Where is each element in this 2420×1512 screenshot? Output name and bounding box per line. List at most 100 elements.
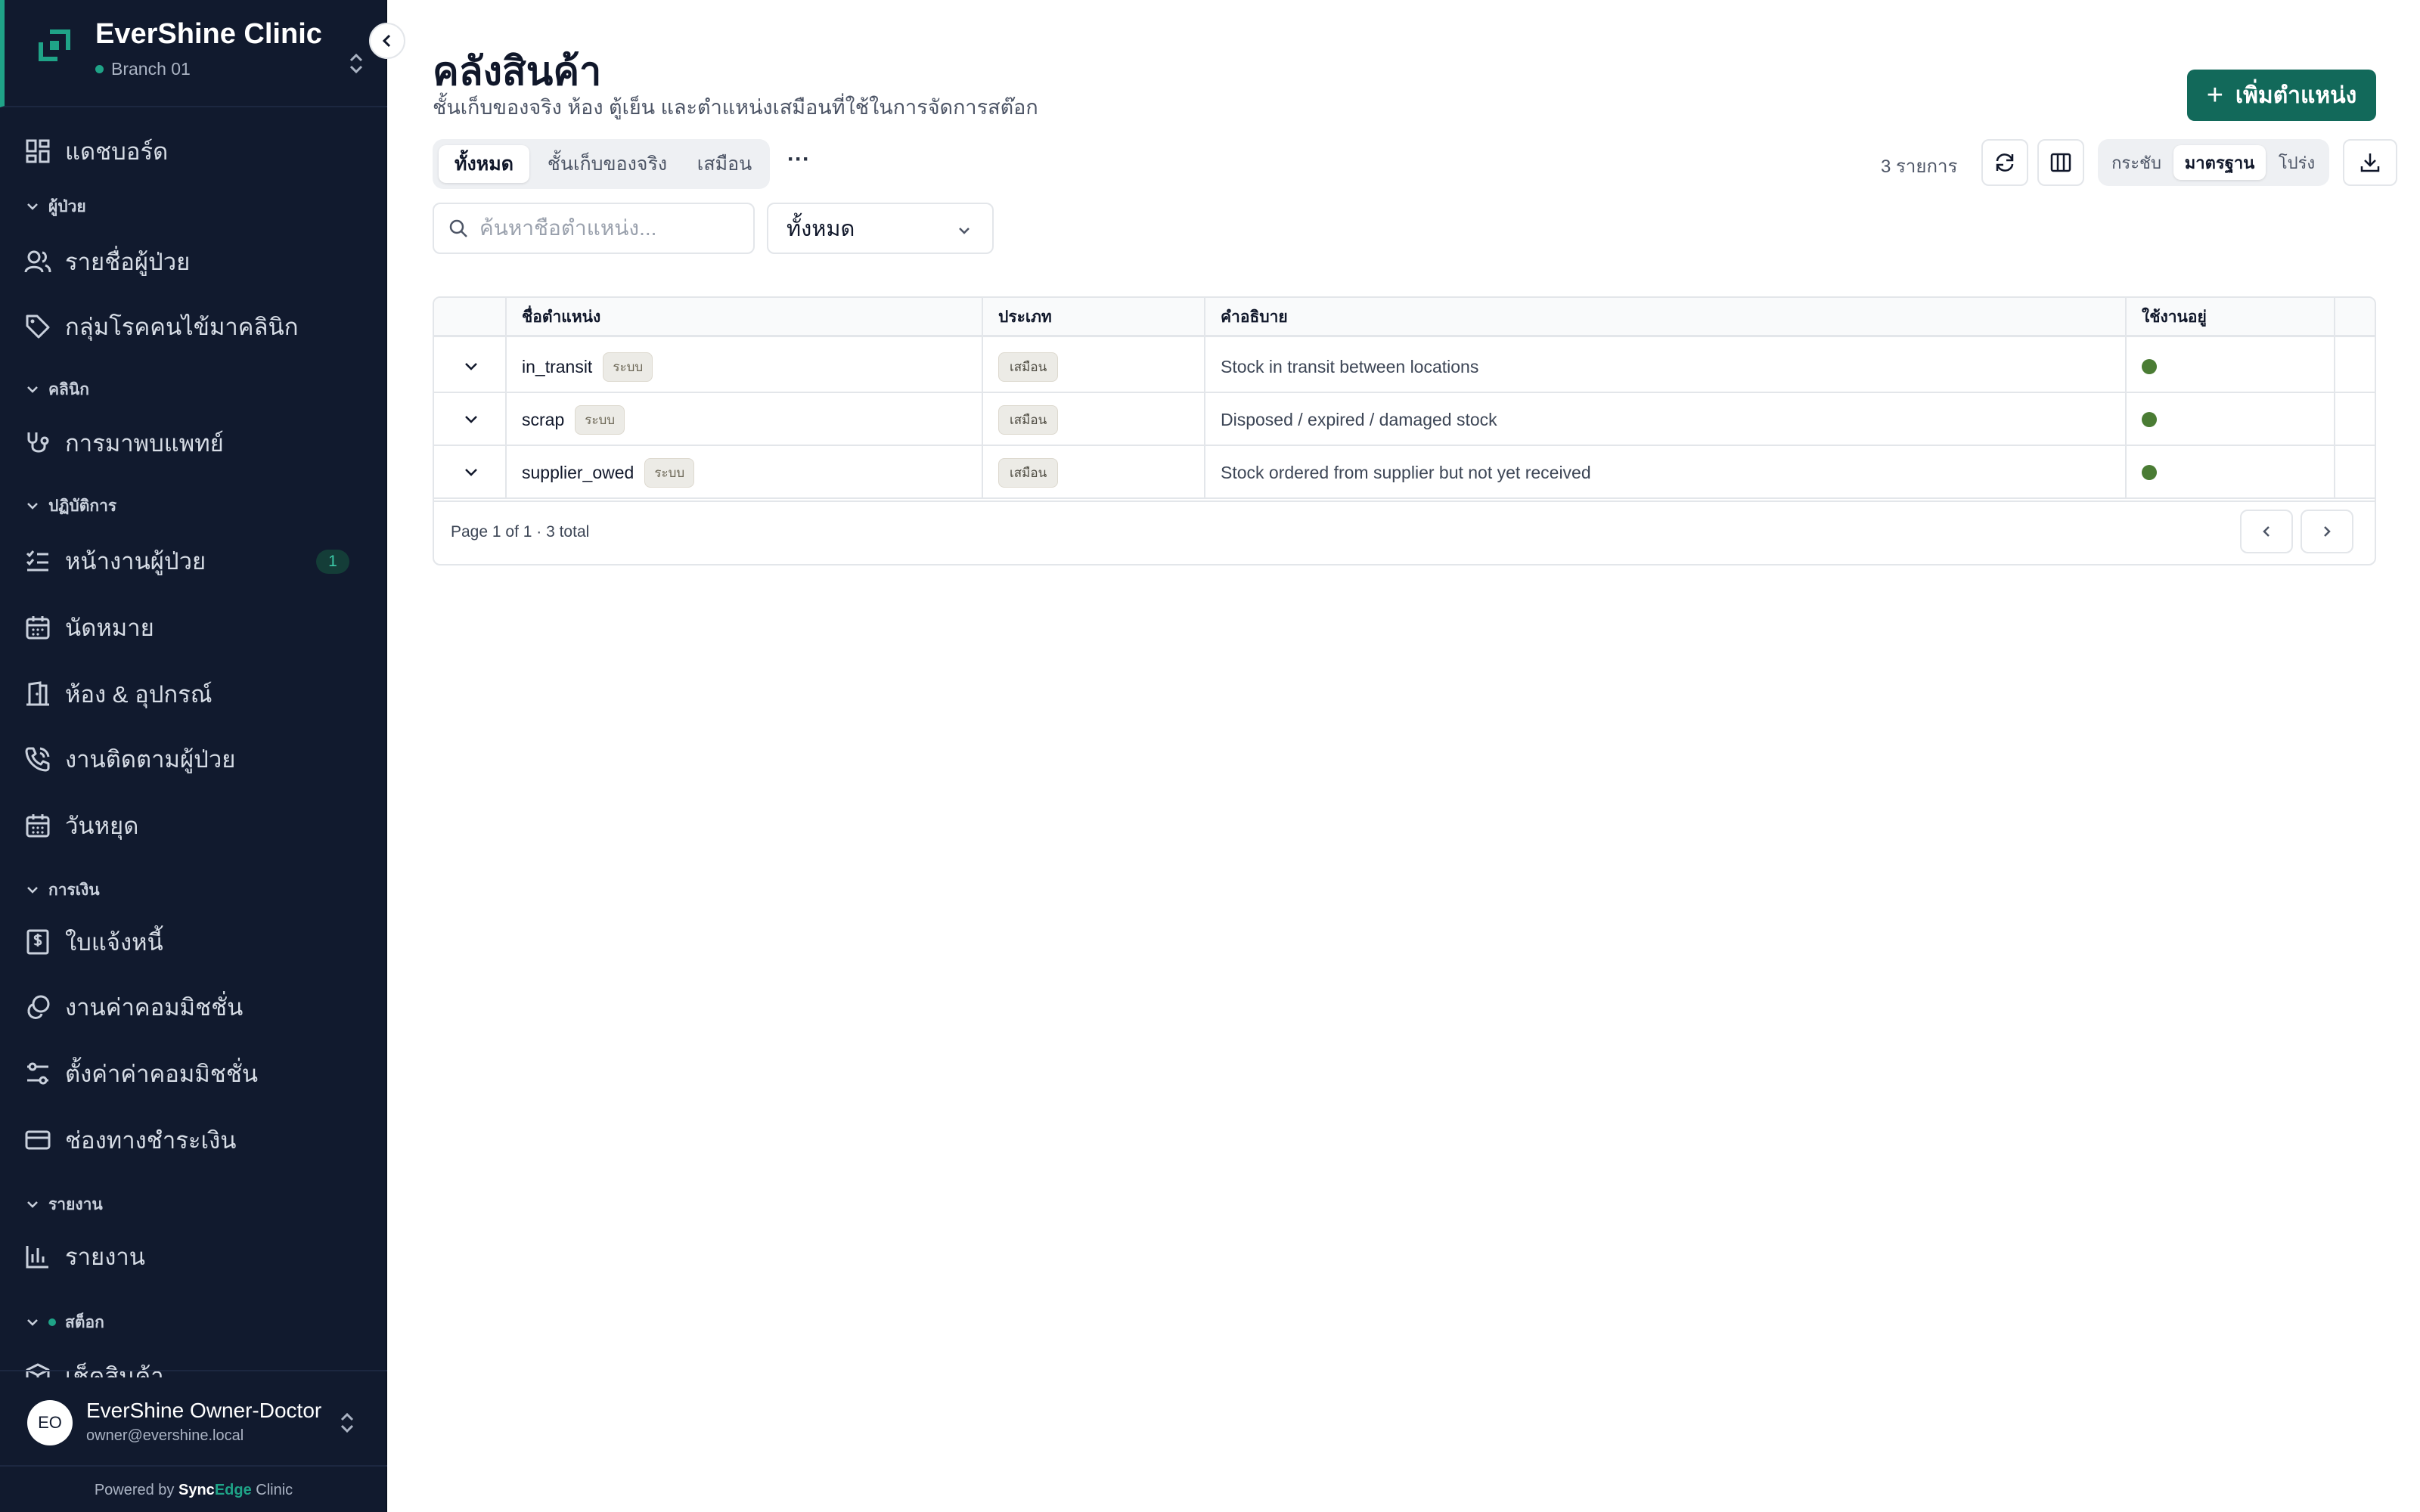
chevron-down-icon (27, 386, 38, 393)
tab-all[interactable]: ทั้งหมด (439, 145, 529, 183)
density-compact[interactable]: กระชับ (2102, 145, 2170, 180)
sidebar-item-holidays[interactable]: วันหยุด (23, 803, 365, 848)
sidebar-item-payment-channels[interactable]: ช่องทางชำระเงิน (23, 1117, 365, 1163)
chevron-down-icon[interactable] (461, 463, 481, 482)
type-cell: เสมือน (982, 446, 1059, 499)
clinic-name: EverShine Clinic (95, 18, 322, 50)
next-page-button[interactable] (2301, 510, 2353, 553)
section-clinic[interactable]: คลินิก (24, 378, 89, 401)
chevron-down-icon (27, 1201, 38, 1208)
description-cell: Stock in transit between locations (1221, 356, 1479, 376)
sidebar-item-dashboard[interactable]: แดชบอร์ด (23, 129, 365, 174)
plus-icon: + (2206, 79, 2223, 111)
chevron-left-icon (2263, 526, 2270, 537)
list-checks-icon (23, 546, 53, 576)
sidebar-item-rooms-equipment[interactable]: ห้อง & อุปกรณ์ (23, 671, 365, 717)
calendar-days-icon (23, 810, 53, 841)
column-header-description[interactable]: คำอธิบาย (1204, 298, 1288, 337)
download-button[interactable] (2343, 139, 2397, 186)
section-operations[interactable]: ปฏิบัติการ (24, 494, 116, 517)
chevron-down-icon[interactable] (461, 357, 481, 376)
sidebar-item-commission-tasks[interactable]: งานค่าคอมมิชชั่น (23, 984, 365, 1030)
search-input[interactable] (479, 216, 737, 240)
coins-icon (23, 992, 53, 1022)
active-status-dot (2142, 412, 2157, 427)
chevron-down-icon (27, 203, 38, 210)
branch-status-dot (95, 65, 104, 73)
description-cell: Stock ordered from supplier but not yet … (1221, 462, 1591, 482)
add-location-button[interactable]: + เพิ่มตำแหน่ง (2187, 70, 2376, 121)
sidebar-item-reports[interactable]: รายงาน (23, 1234, 365, 1279)
section-stock[interactable]: สต็อก (24, 1311, 104, 1334)
chevrons-up-down-icon[interactable] (345, 50, 368, 77)
branch-label: Branch 01 (95, 59, 191, 79)
section-label: รายงาน (48, 1195, 103, 1213)
column-header-type[interactable]: ประเภท (982, 298, 1052, 337)
collapse-sidebar-button[interactable] (369, 23, 405, 59)
section-label: การเงิน (48, 881, 100, 899)
phone-call-icon (23, 744, 53, 774)
sidebar-item-patient-list[interactable]: รายชื่อผู้ป่วย (23, 239, 365, 284)
density-comfortable[interactable]: โปร่ง (2269, 145, 2325, 180)
sidebar-item-label: ห้อง & อุปกรณ์ (65, 681, 213, 708)
user-email: owner@evershine.local (86, 1427, 244, 1444)
more-options-button[interactable]: ··· (782, 148, 815, 178)
page-subtitle: ชั้นเก็บของจริง ห้อง ตู้เย็น และตำแหน่งเ… (433, 96, 1038, 119)
section-reports[interactable]: รายงาน (24, 1193, 103, 1216)
pagination-info: Page 1 of 1 · 3 total (451, 523, 590, 541)
add-location-label: เพิ่มตำแหน่ง (2235, 82, 2357, 108)
sidebar-item-invoices[interactable]: ใบแจ้งหนี้ (23, 919, 365, 965)
sidebar-item-disease-groups[interactable]: กลุ่มโรคคนไข้มาคลินิก (23, 304, 365, 349)
sidebar-item-patient-followup[interactable]: งานติดตามผู้ป่วย (23, 736, 365, 782)
density-standard[interactable]: มาตรฐาน (2173, 145, 2266, 180)
sidebar-item-label: รายชื่อผู้ป่วย (65, 249, 191, 275)
sidebar-item-doctor-visits[interactable]: การมาพบแพทย์ (23, 420, 365, 466)
chevrons-up-down-icon[interactable] (336, 1409, 358, 1436)
branch-name: Branch 01 (111, 59, 191, 79)
type-cell: เสมือน (982, 340, 1059, 393)
sidebar-item-label: งานติดตามผู้ป่วย (65, 746, 236, 773)
chevron-down-icon[interactable] (461, 410, 481, 429)
location-name-cell: in_transit ระบบ (505, 340, 653, 393)
table-row[interactable]: supplier_owed ระบบ เสมือน Stock ordered f… (434, 446, 2375, 499)
chevron-down-icon (959, 228, 970, 234)
user-profile[interactable]: EO EverShine Owner-Doctor owner@evershin… (0, 1370, 387, 1465)
description-cell: Disposed / expired / damaged stock (1221, 409, 1497, 429)
type-filter-value: ทั้งหมด (786, 217, 855, 241)
sliders-icon (23, 1058, 53, 1089)
tab-physical-shelves[interactable]: ชั้นเก็บของจริง (535, 145, 679, 183)
refresh-button[interactable] (1981, 139, 2028, 186)
clinic-logo-icon (39, 29, 70, 61)
sidebar: EverShine Clinic Branch 01 แดชบอร์ด ผู้ป… (0, 0, 387, 1512)
column-header-name[interactable]: ชื่อตำแหน่ง (505, 298, 600, 337)
door-icon (23, 679, 53, 709)
table-row[interactable]: in_transit ระบบ เสมือน Stock in transit b… (434, 340, 2375, 393)
dashboard-grid-icon (23, 136, 53, 166)
table-footer: Page 1 of 1 · 3 total (434, 500, 2375, 564)
sidebar-item-appointments[interactable]: นัดหมาย (23, 605, 365, 650)
tab-virtual[interactable]: เสมือน (685, 145, 764, 183)
sidebar-item-label: กลุ่มโรคคนไข้มาคลินิก (65, 314, 299, 340)
section-label: ปฏิบัติการ (48, 497, 117, 515)
column-header-active[interactable]: ใช้งานอยู่ (2125, 298, 2207, 337)
columns-button[interactable] (2037, 139, 2084, 186)
location-name: supplier_owed (522, 462, 634, 482)
previous-page-button[interactable] (2240, 510, 2293, 553)
section-patients[interactable]: ผู้ป่วย (24, 195, 86, 218)
avatar: EO (27, 1400, 73, 1445)
table-header: ชื่อตำแหน่ง ประเภท คำอธิบาย ใช้งานอยู่ (434, 298, 2375, 337)
sidebar-item-label: นัดหมาย (65, 615, 154, 641)
brand-header[interactable]: EverShine Clinic Branch 01 (0, 0, 387, 107)
section-finance[interactable]: การเงิน (24, 878, 100, 901)
active-cell (2125, 446, 2157, 499)
brand-sync: Sync (178, 1482, 215, 1498)
sidebar-item-label: ใบแจ้งหนี้ (65, 929, 163, 956)
active-cell (2125, 393, 2157, 446)
download-icon (2360, 153, 2380, 172)
sidebar-item-patient-tasks[interactable]: หน้างานผู้ป่วย 1 (23, 538, 365, 584)
sidebar-item-commission-settings[interactable]: ตั้งค่าค่าคอมมิชชั่น (23, 1051, 365, 1096)
chevron-right-icon (2324, 526, 2331, 537)
table-row[interactable]: scrap ระบบ เสมือน Disposed / expired / da… (434, 393, 2375, 446)
sidebar-item-label: หน้างานผู้ป่วย (65, 548, 206, 575)
type-filter-select[interactable]: ทั้งหมด (767, 203, 994, 254)
